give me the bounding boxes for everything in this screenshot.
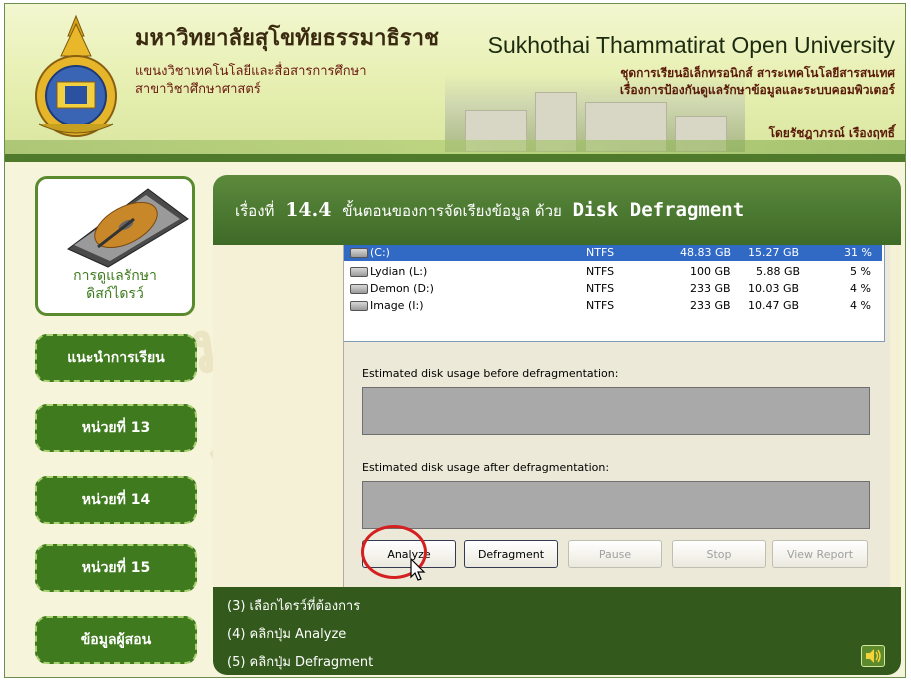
analyze-button[interactable]: Analyze [362,540,456,568]
volume-row[interactable]: Image (I:) NTFS 233 GB 10.47 GB 4 % [344,298,882,314]
estimate-before-display [362,387,870,435]
author-credit: โดยรัชฎาภรณ์ เรืองฤทธิ์ [768,126,895,140]
header-divider [5,154,905,162]
estimate-before-label: Estimated disk usage before defragmentat… [362,367,619,380]
lesson-title: เรื่องที่ 14.4 ขั้นตอนของการจัดเรียงข้อม… [235,199,744,223]
lesson-number: 14.4 [285,199,332,221]
lesson-panel: เรื่องที่ 14.4 ขั้นตอนของการจัดเรียงข้อม… [213,175,901,675]
hard-disk-icon [67,188,189,268]
volume-row[interactable]: Lydian (L:) NTFS 100 GB 5.88 GB 5 % [344,264,882,280]
header-banner: มหาวิทยาลัยสุโขทัยธรรมาธิราช แขนงวิชาเทค… [5,4,905,154]
drive-icon [350,301,368,311]
mouse-cursor-icon [410,558,426,581]
lesson-title-app: Disk Defragment [572,199,745,221]
sidebar-button-intro[interactable]: แนะนำการเรียน [35,334,197,382]
university-logo-icon [35,14,117,137]
series-title-line-2: เรื่องการป้องกันดูแลรักษาข้อมูลและระบบคอ… [619,83,895,97]
lesson-title-text: ขั้นตอนของการจัดเรียงข้อมูล ด้วย [342,202,562,220]
department-line-2: สาขาวิชาศึกษาศาสตร์ [135,82,261,97]
lesson-title-bar: เรื่องที่ 14.4 ขั้นตอนของการจัดเรียงข้อม… [213,175,901,245]
sidebar-button-unit-15[interactable]: หน่วยที่ 15 [35,544,197,592]
sidebar-button-unit-14[interactable]: หน่วยที่ 14 [35,476,197,524]
instruction-step-5: (5) คลิกปุ่ม Defragment [227,655,374,670]
defragment-button[interactable]: Defragment [464,540,558,568]
hard-disk-label-line-1: การดูแลรักษา [73,268,157,284]
estimate-after-display [362,481,870,529]
speaker-button[interactable] [861,645,885,667]
hard-disk-label-line-2: ดิสก์ไดรว์ [86,286,144,302]
view-report-button[interactable]: View Report [772,540,868,568]
instruction-step-4: (4) คลิกปุ่ม Analyze [227,627,347,642]
estimate-after-label: Estimated disk usage after defragmentati… [362,461,610,474]
instruction-panel: (3) เลือกไดรว์ที่ต้องการ (4) คลิกปุ่ม An… [213,587,901,675]
disk-defragmenter-window: (C:) NTFS 48.83 GB 15.27 GB 31 % Lydian … [343,245,890,587]
stop-button[interactable]: Stop [672,540,766,568]
university-name-thai: มหาวิทยาลัยสุโขทัยธรรมาธิราช [135,25,439,51]
page-frame: มหาวิทยาลัยสุโขทัยธรรมาธิราช แขนงวิชาเทค… [4,3,906,678]
drive-icon [350,284,368,294]
sidebar-button-instructor[interactable]: ข้อมูลผู้สอน [35,616,197,664]
hard-disk-card[interactable]: การดูแลรักษา ดิสก์ไดรว์ [35,176,195,316]
drive-icon [350,248,368,258]
instruction-step-3: (3) เลือกไดรว์ที่ต้องการ [227,599,361,614]
volume-row[interactable]: Demon (D:) NTFS 233 GB 10.03 GB 4 % [344,281,882,297]
volume-list: (C:) NTFS 48.83 GB 15.27 GB 31 % Lydian … [344,245,885,342]
university-name-english: Sukhothai Thammatirat Open University [487,32,895,58]
speaker-icon [866,649,881,663]
lesson-title-prefix: เรื่องที่ [235,202,275,220]
sidebar-button-unit-13[interactable]: หน่วยที่ 13 [35,404,197,452]
volume-row[interactable]: (C:) NTFS 48.83 GB 15.27 GB 31 % [344,245,882,261]
pause-button[interactable]: Pause [568,540,662,568]
drive-icon [350,267,368,277]
